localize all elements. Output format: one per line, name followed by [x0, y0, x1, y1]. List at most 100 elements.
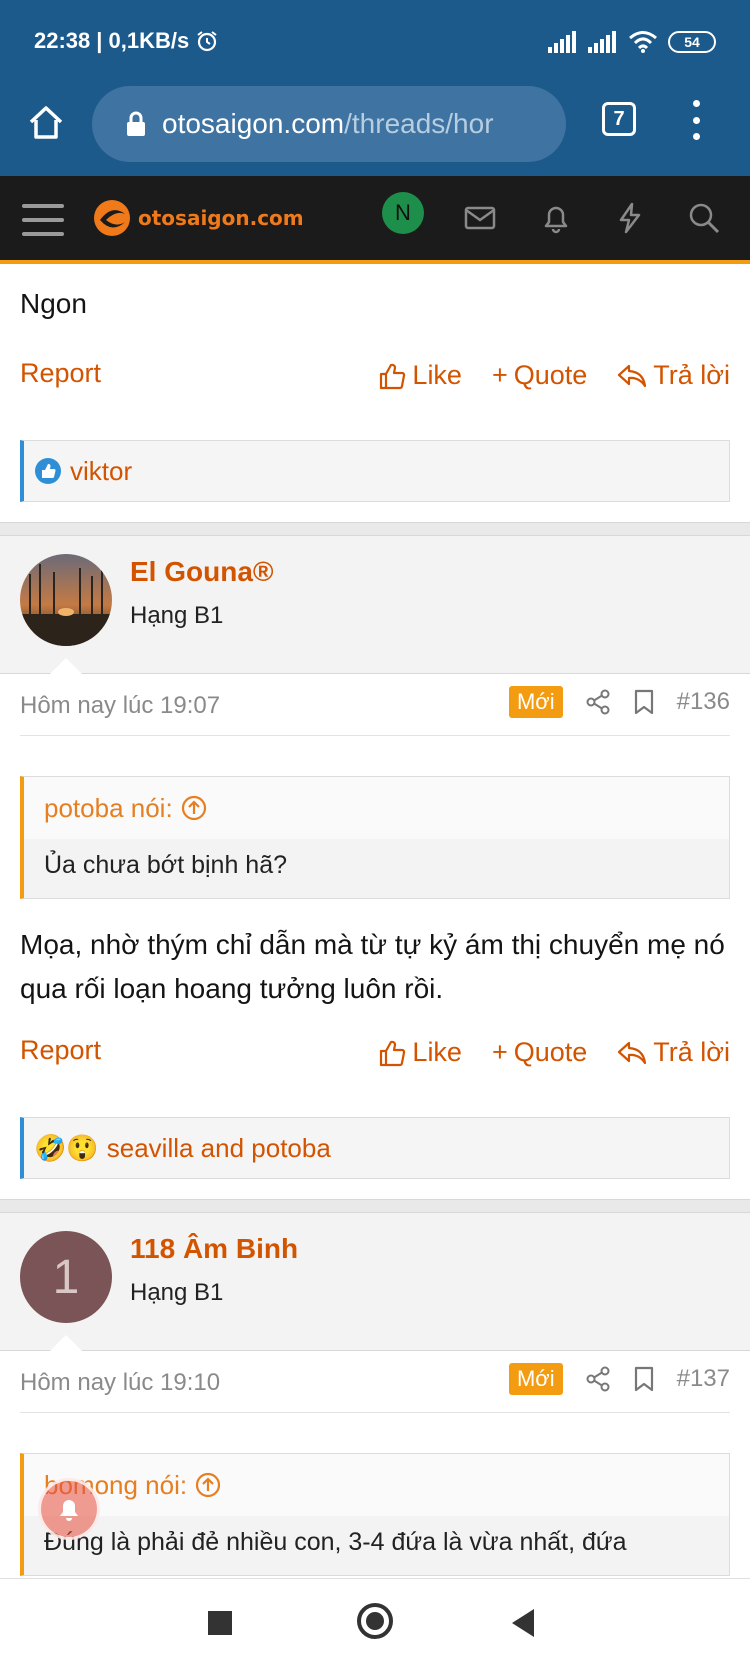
- like-label: Like: [412, 1037, 462, 1067]
- post-135-reactions[interactable]: viktor: [20, 440, 730, 502]
- bell-icon: [60, 1500, 78, 1521]
- post-separator: [0, 1199, 750, 1213]
- lock-icon: [127, 111, 145, 136]
- reply-icon: [618, 1041, 647, 1064]
- logo-mark-icon: [94, 200, 130, 236]
- bell-icon[interactable]: [538, 200, 574, 236]
- back-button[interactable]: [512, 1609, 534, 1637]
- quote-label: Quote: [513, 1037, 588, 1067]
- recents-button[interactable]: [208, 1611, 232, 1635]
- quote-button[interactable]: + Quote: [492, 360, 587, 391]
- avatar[interactable]: [20, 554, 112, 646]
- post-136-text: Mọa, nhờ thým chỉ dẫn mà từ tự kỷ ám thị…: [20, 929, 725, 1004]
- post-separator: [0, 522, 750, 536]
- post-137-quote: bomong nói: Đúng là phải đẻ nhiều con, 3…: [20, 1453, 730, 1576]
- status-speed: | 0,1KB/s: [96, 28, 190, 53]
- reply-label: Trả lời: [653, 360, 730, 390]
- laugh-emoji-icon: 🤣😲: [34, 1132, 99, 1163]
- address-bar[interactable]: otosaigon.com/threads/hor: [92, 86, 566, 162]
- signal-icon: [548, 31, 576, 53]
- plus-icon: +: [491, 1037, 508, 1067]
- status-right: 54: [548, 30, 716, 54]
- quote-header[interactable]: potoba nói:: [24, 777, 729, 839]
- post-137-user: 1 118 Âm Binh Hạng B1: [0, 1213, 750, 1351]
- post-time[interactable]: Hôm nay lúc 19:07: [20, 692, 220, 720]
- share-icon[interactable]: [585, 689, 611, 715]
- post-136-actions: Report Like + Quote Trả lời: [0, 1023, 750, 1091]
- reply-button[interactable]: Trả lời: [617, 1037, 730, 1068]
- avatar[interactable]: 1: [20, 1231, 112, 1323]
- post-number[interactable]: #136: [677, 688, 730, 716]
- post-136-reactions[interactable]: 🤣😲 seavilla and potoba: [20, 1117, 730, 1179]
- arrow-up-circle-icon[interactable]: [181, 795, 207, 821]
- reply-label: Trả lời: [653, 1037, 730, 1067]
- landscape-avatar-icon: [20, 554, 112, 646]
- post-136-quote: potoba nói: Ủa chưa bớt bịnh hã?: [20, 776, 730, 899]
- tab-switcher-button[interactable]: 7: [602, 102, 636, 136]
- user-avatar-button[interactable]: N: [382, 192, 424, 234]
- bubble-arrow: [50, 1335, 82, 1351]
- share-icon[interactable]: [585, 1366, 611, 1392]
- new-badge: Mới: [508, 1363, 563, 1395]
- alarm-icon: [197, 31, 217, 52]
- username[interactable]: 118 Âm Binh: [130, 1233, 298, 1265]
- home-button[interactable]: [357, 1603, 393, 1639]
- site-header: otosaigon.com N: [0, 176, 750, 264]
- url-path: /threads/hor: [344, 108, 494, 139]
- like-reaction-icon: [35, 458, 61, 484]
- bookmark-icon[interactable]: [633, 689, 655, 715]
- arrow-up-circle-icon[interactable]: [195, 1472, 221, 1498]
- menu-icon[interactable]: [22, 204, 64, 236]
- user-rank: Hạng B1: [130, 602, 224, 629]
- username[interactable]: El Gouna®: [130, 556, 274, 588]
- report-link[interactable]: Report: [20, 358, 101, 389]
- battery-indicator: 54: [668, 31, 716, 53]
- post-136-user: El Gouna® Hạng B1: [0, 536, 750, 674]
- post-time[interactable]: Hôm nay lúc 19:10: [20, 1369, 220, 1397]
- reaction-users[interactable]: seavilla and potoba: [107, 1133, 331, 1164]
- new-badge: Mới: [508, 686, 563, 718]
- reaction-users[interactable]: viktor: [70, 456, 132, 487]
- thread-content: Ngon Report Like + Quote Trả lời viktor: [0, 268, 750, 1600]
- lightning-icon[interactable]: [612, 200, 648, 236]
- bookmark-icon[interactable]: [633, 1366, 655, 1392]
- quote-text: Đúng là phải đẻ nhiều con, 3-4 đứa là vừ…: [44, 1528, 627, 1556]
- plus-icon: +: [491, 360, 508, 390]
- search-icon[interactable]: [686, 200, 722, 236]
- like-label: Like: [412, 360, 462, 390]
- thumbs-up-icon: [380, 1040, 406, 1066]
- quote-author[interactable]: potoba nói:: [44, 793, 173, 824]
- notification-bell-button[interactable]: [38, 1478, 100, 1540]
- wifi-icon: [629, 31, 657, 53]
- inbox-icon[interactable]: [462, 200, 498, 236]
- status-time: 22:38: [34, 28, 91, 53]
- reply-icon: [618, 364, 647, 387]
- post-137-meta: Hôm nay lúc 19:10 Mới #137: [20, 1351, 730, 1413]
- quote-button[interactable]: + Quote: [492, 1037, 587, 1068]
- logo-text: otosaigon.com: [138, 206, 304, 230]
- report-link[interactable]: Report: [20, 1035, 101, 1066]
- thumbs-up-icon: [380, 363, 406, 389]
- more-menu-icon[interactable]: [688, 100, 704, 140]
- system-nav-bar: [0, 1578, 750, 1666]
- like-button[interactable]: Like: [378, 360, 462, 391]
- quote-label: Quote: [513, 360, 588, 390]
- post-136-meta: Hôm nay lúc 19:07 Mới #136: [20, 674, 730, 736]
- quote-header[interactable]: bomong nói:: [24, 1454, 729, 1516]
- signal-2-icon: [588, 31, 616, 53]
- quote-text: Ủa chưa bớt bịnh hã?: [44, 851, 288, 879]
- user-rank: Hạng B1: [130, 1279, 224, 1306]
- home-icon[interactable]: [26, 102, 66, 142]
- bubble-arrow: [50, 658, 82, 674]
- post-135-text: Ngon: [20, 288, 87, 319]
- url-host: otosaigon.com: [162, 108, 345, 139]
- status-left: 22:38 | 0,1KB/s: [34, 28, 219, 54]
- post-135-actions: Report Like + Quote Trả lời: [0, 346, 750, 414]
- browser-toolbar: otosaigon.com/threads/hor 7: [0, 84, 750, 176]
- reply-button[interactable]: Trả lời: [617, 360, 730, 391]
- site-logo[interactable]: otosaigon.com: [92, 198, 304, 238]
- status-bar: 22:38 | 0,1KB/s 54: [0, 0, 750, 84]
- post-number[interactable]: #137: [677, 1365, 730, 1393]
- avatar-letter: 1: [52, 1250, 80, 1304]
- like-button[interactable]: Like: [378, 1037, 462, 1068]
